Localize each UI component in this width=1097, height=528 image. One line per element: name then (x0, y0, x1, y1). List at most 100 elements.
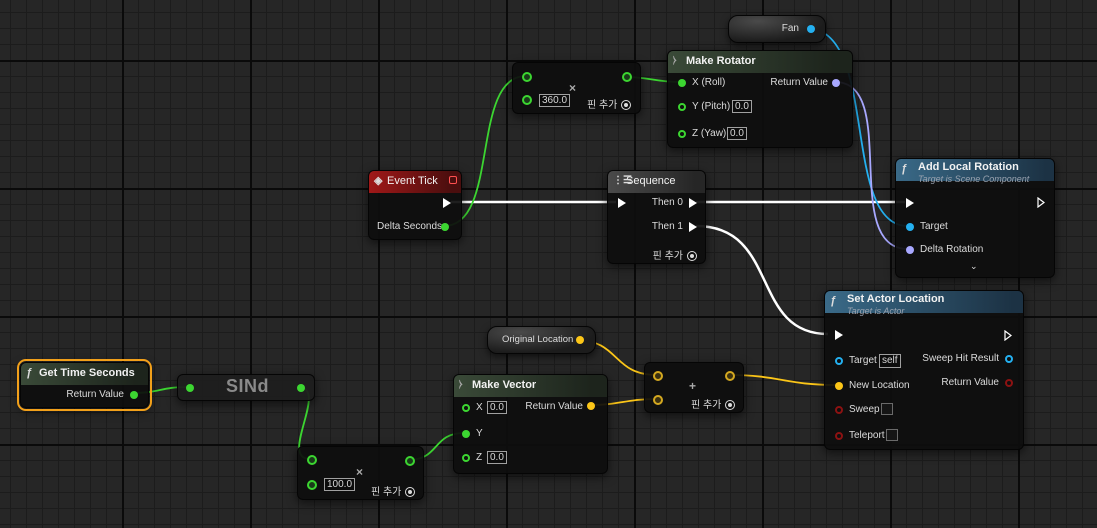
make-vector-return-pin[interactable] (587, 402, 595, 410)
make-vector-node[interactable]: ⧽ Make Vector X 0.0 Return Value Y Z 0.0 (453, 374, 608, 474)
chevron-down-icon[interactable]: ⌄ (970, 261, 978, 272)
make-rotator-y-value[interactable]: 0.0 (732, 100, 752, 113)
sind-node[interactable]: SINd (177, 374, 315, 401)
multiply-bottom-value-box[interactable]: 100.0 (324, 478, 356, 491)
multiply-bottom-input-a-pin[interactable] (307, 455, 317, 465)
sind-output-pin[interactable] (297, 384, 305, 392)
make-rotator-node[interactable]: ⧽ Make Rotator X (Roll) Return Value Y (… (667, 50, 853, 148)
multiply-node-bottom[interactable]: × 100.0 핀 추가 (297, 446, 424, 500)
set-actor-location-return-label: Return Value (941, 377, 999, 388)
make-rotator-z-value[interactable]: 0.0 (727, 127, 747, 140)
event-tick-exec-out-pin[interactable] (443, 198, 451, 208)
sequence-title: Sequence (626, 175, 676, 187)
sequence-then0-pin[interactable] (689, 198, 697, 208)
make-rotator-y-label: Y (Pitch) (692, 101, 731, 112)
make-vector-y-label: Y (476, 428, 483, 439)
add-vector-input-b-pin[interactable] (653, 395, 663, 405)
set-actor-location-exec-out-pin[interactable] (1004, 329, 1013, 342)
set-actor-location-sweep-hit-label: Sweep Hit Result (922, 353, 999, 364)
set-actor-location-sweep-label: Sweep (849, 404, 880, 415)
set-actor-location-node[interactable]: ƒ Set Actor Location Target is Actor Tar… (824, 290, 1024, 450)
make-vector-return-label: Return Value (525, 401, 583, 412)
add-local-rotation-header: ƒ Add Local Rotation Target is Scene Com… (896, 159, 1054, 184)
event-diamond-icon: ◈ (374, 175, 383, 187)
add-vector-add-pin-label: 핀 추가 (691, 400, 722, 411)
multiply-icon: × (569, 81, 577, 95)
get-time-seconds-title: Get Time Seconds (39, 367, 135, 379)
add-local-rotation-exec-out-pin[interactable] (1037, 196, 1046, 209)
add-local-rotation-target-pin[interactable] (906, 223, 914, 231)
add-vector-add-pin[interactable]: 핀 추가 (691, 396, 736, 411)
plus-icon: + (689, 379, 697, 393)
event-tick-node[interactable]: ◈ Event Tick Delta Seconds (368, 170, 462, 240)
make-rotator-return-pin[interactable] (832, 79, 840, 87)
original-location-variable-node[interactable]: Original Location (487, 326, 596, 354)
add-local-rotation-target-label: Target (920, 221, 948, 232)
set-actor-location-teleport-checkbox[interactable] (886, 429, 898, 441)
event-tick-header: ◈ Event Tick (369, 171, 461, 193)
sequence-then1-label: Then 1 (651, 221, 683, 232)
add-vector-output-pin[interactable] (725, 371, 735, 381)
multiply-bottom-add-pin[interactable]: 핀 추가 (371, 483, 416, 498)
original-location-output-pin[interactable] (576, 336, 584, 344)
add-local-rotation-delta-pin[interactable] (906, 246, 914, 254)
make-vector-x-value[interactable]: 0.0 (487, 401, 507, 414)
set-actor-location-teleport-label: Teleport (849, 430, 885, 441)
add-vector-node[interactable]: + 핀 추가 (644, 362, 744, 413)
exec-out-outline-icon (1037, 196, 1045, 209)
sequence-then0-label: Then 0 (651, 197, 683, 208)
set-actor-location-teleport-pin[interactable] (835, 432, 843, 440)
multiply-top-value-box[interactable]: 360.0 (539, 94, 571, 107)
add-local-rotation-node[interactable]: ƒ Add Local Rotation Target is Scene Com… (895, 158, 1055, 278)
set-actor-location-new-location-pin[interactable] (835, 382, 843, 390)
struct-icon: ⧽ (673, 55, 677, 66)
set-actor-location-return-pin[interactable] (1005, 379, 1013, 387)
multiply-bottom-input-b-pin[interactable] (307, 480, 317, 490)
set-actor-location-sweep-hit-pin[interactable] (1005, 355, 1013, 363)
event-tick-delta-label: Delta Seconds (377, 221, 443, 232)
fan-output-pin[interactable] (807, 25, 815, 33)
vector-wire-add-newlocation (728, 374, 837, 386)
multiply-bottom-add-pin-label: 핀 추가 (371, 487, 402, 498)
event-stop-icon (449, 176, 457, 184)
multiply-top-input-b-pin[interactable] (522, 95, 532, 105)
sind-input-pin[interactable] (186, 384, 194, 392)
set-actor-location-sweep-pin[interactable] (835, 406, 843, 414)
make-rotator-title: Make Rotator (686, 55, 756, 67)
fan-variable-node[interactable]: Fan (728, 15, 826, 43)
function-icon: ƒ (901, 163, 908, 175)
multiply-top-input-a-pin[interactable] (522, 72, 532, 82)
make-vector-z-pin[interactable] (462, 454, 470, 462)
multiply-bottom-output-pin[interactable] (405, 456, 415, 466)
make-vector-y-pin[interactable] (462, 430, 470, 438)
make-vector-header: ⧽ Make Vector (454, 375, 607, 397)
sequence-exec-in-pin[interactable] (618, 198, 626, 208)
set-actor-location-new-location-label: New Location (849, 380, 910, 391)
fan-label: Fan (781, 23, 799, 34)
function-icon: ƒ (26, 367, 33, 379)
multiply-top-add-pin[interactable]: 핀 추가 (587, 96, 632, 111)
add-vector-input-a-pin[interactable] (653, 371, 663, 381)
sequence-add-pin[interactable]: 핀 추가 (653, 247, 697, 262)
make-rotator-y-pin[interactable] (678, 103, 686, 111)
set-actor-location-target-pin[interactable] (835, 357, 843, 365)
make-vector-title: Make Vector (472, 379, 537, 391)
event-tick-delta-pin[interactable] (441, 223, 449, 231)
make-rotator-x-pin[interactable] (678, 79, 686, 87)
sequence-node[interactable]: ⋮☰ Sequence Then 0 Then 1 핀 추가 (607, 170, 706, 264)
make-vector-x-pin[interactable] (462, 404, 470, 412)
get-time-seconds-return-pin[interactable] (130, 391, 138, 399)
exec-wire-then1 (695, 224, 829, 336)
set-actor-location-target-value[interactable]: self (879, 354, 901, 368)
multiply-top-output-pin[interactable] (622, 72, 632, 82)
set-actor-location-target-label: Target (849, 355, 877, 366)
get-time-seconds-node[interactable]: ƒ Get Time Seconds Return Value (17, 359, 152, 411)
set-actor-location-exec-in-pin[interactable] (835, 330, 843, 340)
set-actor-location-sweep-checkbox[interactable] (881, 403, 893, 415)
sequence-then1-pin[interactable] (689, 222, 697, 232)
make-vector-z-value[interactable]: 0.0 (487, 451, 507, 464)
multiply-node-top[interactable]: × 360.0 핀 추가 (512, 62, 641, 114)
add-local-rotation-exec-in-pin[interactable] (906, 198, 914, 208)
sequence-icon: ⋮☰ (613, 175, 632, 186)
make-rotator-z-pin[interactable] (678, 130, 686, 138)
